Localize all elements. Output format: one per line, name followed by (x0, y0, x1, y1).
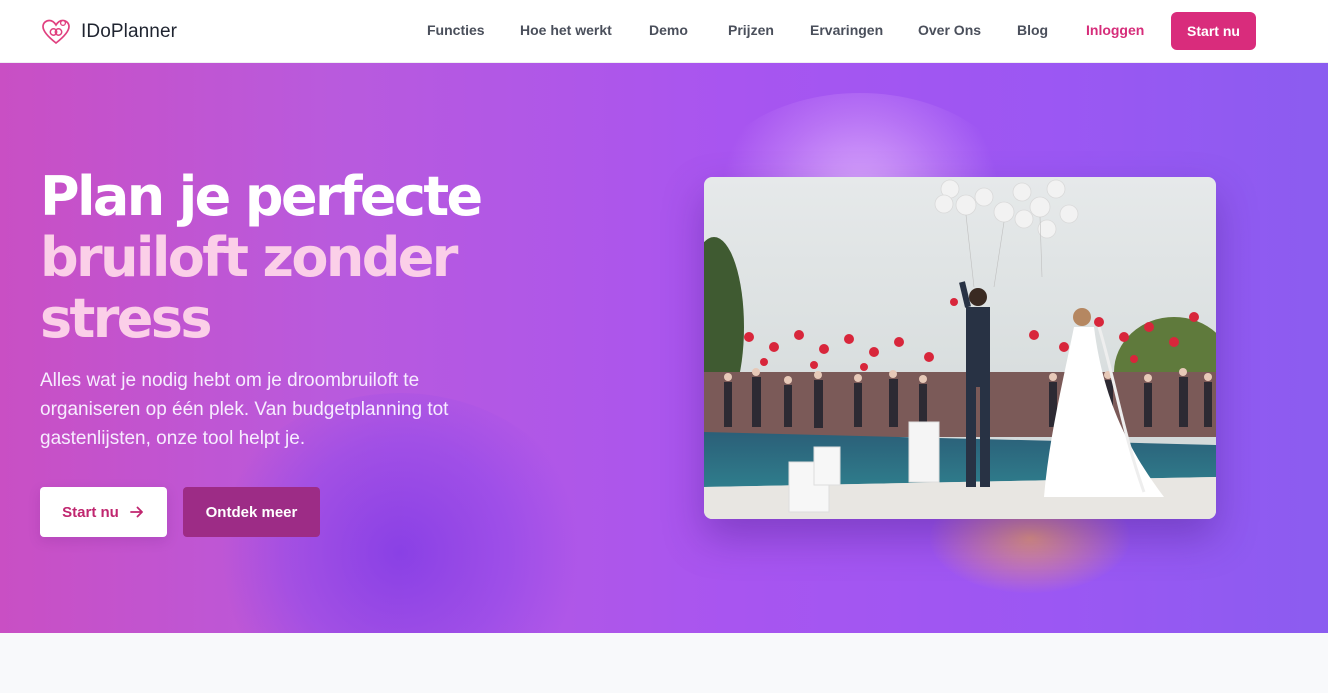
nav-link-functies[interactable]: Functies (427, 22, 485, 38)
hero-wedding-photo (704, 177, 1216, 519)
nav-link-prijzen[interactable]: Prijzen (728, 22, 774, 38)
next-section-strip (0, 633, 1328, 693)
hero-subtitle: Alles wat je nodig hebt om je droombruil… (40, 370, 449, 449)
nav-link-hoe-het-werkt[interactable]: Hoe het werkt (520, 22, 612, 38)
nav-link-blog[interactable]: Blog (1017, 22, 1048, 38)
main-nav: Functies Hoe het werkt Demo Prijzen Erva… (0, 0, 1328, 63)
nav-link-ervaringen[interactable]: Ervaringen (810, 22, 883, 38)
hero-discover-button[interactable]: Ontdek meer (183, 487, 320, 537)
nav-link-over-ons[interactable]: Over Ons (918, 22, 981, 38)
arrow-right-icon (129, 506, 143, 518)
top-navbar: IDoPlanner Functies Hoe het werkt Demo P… (0, 0, 1328, 63)
headline-line-2: bruiloft zonder (40, 226, 458, 289)
headline-line-1: Plan je perfecte (40, 165, 483, 228)
hero-start-label: Start nu (62, 503, 119, 521)
headline-line-3: stress (40, 287, 213, 350)
nav-start-button[interactable]: Start nu (1171, 12, 1256, 50)
nav-link-demo[interactable]: Demo (649, 22, 688, 38)
hero-section: Plan je perfecte bruiloft zonder stress … (0, 63, 1328, 633)
login-link[interactable]: Inloggen (1086, 22, 1144, 38)
hero-headline: Plan je perfecte bruiloft zonder stress (40, 165, 483, 350)
hero-start-button[interactable]: Start nu (40, 487, 167, 537)
